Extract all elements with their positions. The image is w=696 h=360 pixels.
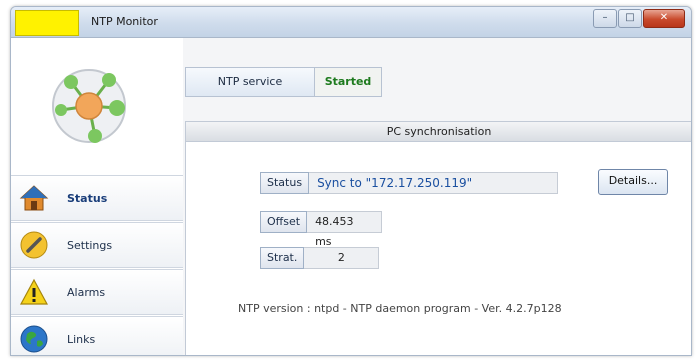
sidebar-nav: Status Settings Alarms Links — [11, 175, 183, 355]
status-value: Sync to "172.17.250.119" — [309, 172, 559, 194]
strat-label: Strat. — [260, 247, 305, 269]
ntp-version-text: NTP version : ntpd - NTP daemon program … — [238, 302, 562, 315]
app-window: NTP Monitor – □ ✕ Status Settings Alarms… — [10, 6, 692, 356]
maximize-button[interactable]: □ — [618, 9, 642, 28]
sidebar-item-status[interactable]: Status — [11, 175, 183, 221]
offset-label: Offset — [260, 211, 308, 233]
status-label: Status — [260, 172, 310, 194]
status-row: Status Sync to "172.17.250.119" — [260, 172, 559, 194]
sidebar: Status Settings Alarms Links — [11, 38, 183, 355]
window-controls: – □ ✕ — [592, 9, 685, 28]
ntp-service-state: Started — [315, 68, 381, 96]
sidebar-item-label: Settings — [67, 239, 113, 252]
window-title: NTP Monitor — [91, 15, 158, 28]
warning-icon — [19, 278, 49, 305]
title-bar[interactable]: NTP Monitor – □ ✕ — [11, 7, 691, 38]
sidebar-item-links[interactable]: Links — [11, 316, 183, 355]
sidebar-item-label: Alarms — [67, 286, 106, 299]
strat-value: 2 — [304, 247, 380, 269]
ntp-service-status: NTP service Started — [185, 67, 382, 97]
minimize-button[interactable]: – — [593, 9, 617, 28]
house-icon — [19, 185, 49, 211]
globe-icon — [20, 325, 48, 353]
sidebar-item-label: Status — [67, 192, 108, 205]
ntp-logo-icon — [52, 69, 126, 143]
app-icon — [15, 10, 79, 36]
pc-sync-panel: PC synchronisation Status Sync to "172.1… — [185, 121, 691, 355]
offset-row: Offset 48.453 ms — [260, 211, 383, 248]
details-button[interactable]: Details... — [598, 169, 668, 195]
sidebar-item-label: Links — [67, 333, 96, 346]
strat-row: Strat. 2 — [260, 247, 380, 269]
ntp-service-label: NTP service — [186, 68, 315, 96]
sidebar-item-alarms[interactable]: Alarms — [11, 269, 183, 315]
close-button[interactable]: ✕ — [643, 9, 685, 28]
wrench-icon — [20, 231, 48, 259]
offset-value: 48.453 ms — [307, 211, 383, 248]
panel-title: PC synchronisation — [186, 122, 691, 142]
sidebar-item-settings[interactable]: Settings — [11, 222, 183, 268]
